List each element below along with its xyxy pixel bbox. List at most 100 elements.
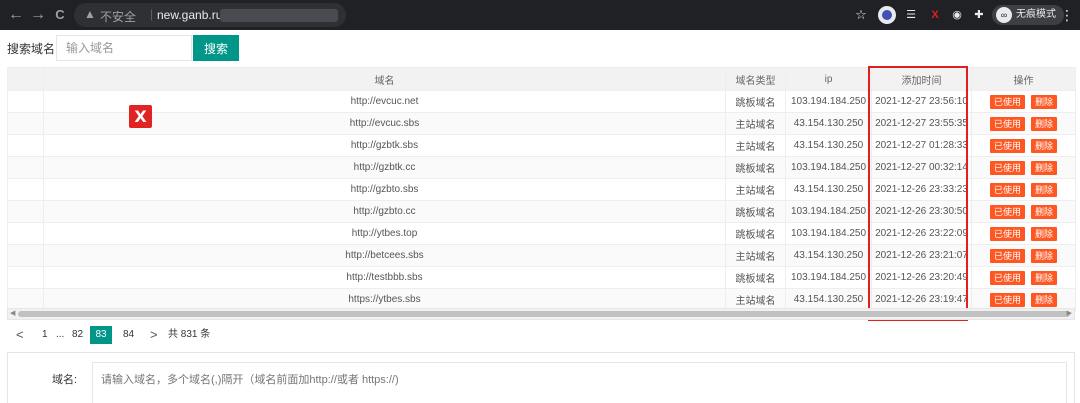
type-cell: 跳板域名	[725, 222, 786, 245]
delete-button[interactable]: 删除	[1031, 94, 1058, 109]
search-label: 搜索域名:	[7, 42, 59, 56]
delete-button[interactable]: 删除	[1031, 204, 1058, 219]
scroll-left-icon[interactable]: ◀	[10, 309, 15, 319]
delete-button[interactable]: 删除	[1031, 248, 1058, 263]
table-row: http://gzbtk.cc 跳板域名 103.194.184.250 2021-1…	[7, 156, 1076, 179]
used-button[interactable]: 已使用	[989, 270, 1025, 285]
ip-cell: 43.154.130.250	[785, 244, 872, 267]
browser-toolbar: ← → C ▲ 不安全 | new.ganb.ru ☆ ☰ X ◉ ✚ ∞ 无痕…	[0, 0, 1080, 30]
domain-textarea[interactable]	[92, 362, 1067, 403]
page-84[interactable]: 84	[123, 326, 134, 344]
prev-page-icon[interactable]: <	[16, 326, 24, 344]
delete-button[interactable]: 删除	[1031, 160, 1058, 175]
header-checkbox-col	[7, 67, 44, 91]
used-button[interactable]: 已使用	[989, 292, 1025, 307]
type-cell: 主站域名	[725, 134, 786, 157]
delete-button[interactable]: 删除	[1031, 116, 1058, 131]
next-page-icon[interactable]: >	[150, 326, 158, 344]
time-cell: 2021-12-26 23:22:09	[871, 222, 972, 245]
table-header-row: 域名 域名类型 ip 添加时间 操作	[7, 67, 1076, 91]
table-row: http://evcuc.sbs 主站域名 43.154.130.250 2021-1…	[7, 112, 1076, 135]
ip-cell: 103.194.184.250	[785, 222, 872, 245]
ip-cell: 103.194.184.250	[785, 200, 872, 223]
incognito-badge[interactable]: ∞ 无痕模式	[992, 5, 1064, 25]
incognito-label: 无痕模式	[1016, 9, 1056, 20]
domain-field-label: 域名:	[52, 374, 78, 386]
used-button[interactable]: 已使用	[989, 226, 1025, 241]
page-82[interactable]: 82	[72, 326, 83, 344]
domain-cell: http://gzbto.sbs	[43, 178, 726, 201]
table-row: http://testbbb.sbs 跳板域名 103.194.184.250 202…	[7, 266, 1076, 289]
time-cell: 2021-12-26 23:33:23	[871, 178, 972, 201]
type-cell: 跳板域名	[725, 90, 786, 113]
x-mark-badge: X	[129, 105, 152, 128]
reload-icon[interactable]: C	[50, 5, 70, 25]
domain-cell: http://ytbes.top	[43, 222, 726, 245]
table-row: http://gzbto.cc 跳板域名 103.194.184.250 2021-1…	[7, 200, 1076, 223]
used-button[interactable]: 已使用	[989, 182, 1025, 197]
domain-table: 域名 域名类型 ip 添加时间 操作 http://evcuc.net 跳板域名 1…	[7, 67, 1076, 311]
url-text: new.ganb.ru	[157, 8, 223, 22]
used-button[interactable]: 已使用	[989, 160, 1025, 175]
used-button[interactable]: 已使用	[989, 94, 1025, 109]
extension-x-icon[interactable]: X	[926, 6, 944, 24]
search-input[interactable]	[56, 35, 192, 61]
used-button[interactable]: 已使用	[989, 116, 1025, 131]
url-separator: |	[150, 7, 154, 21]
type-cell: 主站域名	[725, 244, 786, 267]
scrollbar-thumb[interactable]	[18, 311, 1070, 317]
back-arrow-icon[interactable]: ←	[6, 5, 26, 25]
star-icon[interactable]: ☆	[852, 6, 870, 24]
time-cell: 2021-12-26 23:30:50	[871, 200, 972, 223]
header-domain-type[interactable]: 域名类型	[725, 67, 786, 91]
table-row: http://ytbes.top 跳板域名 103.194.184.250 2021-…	[7, 222, 1076, 245]
domain-cell: http://gzbtk.cc	[43, 156, 726, 179]
table-row: http://gzbto.sbs 主站域名 43.154.130.250 2021-1…	[7, 178, 1076, 201]
time-cell: 2021-12-26 23:20:49	[871, 266, 972, 289]
extension-list-icon[interactable]: ☰	[902, 6, 920, 24]
puzzle-icon[interactable]: ✚	[970, 6, 988, 24]
header-actions: 操作	[971, 67, 1076, 91]
used-button[interactable]: 已使用	[989, 138, 1025, 153]
table-row: http://gzbtk.sbs 主站域名 43.154.130.250 2021-1…	[7, 134, 1076, 157]
forward-arrow-icon[interactable]: →	[28, 5, 48, 25]
horizontal-scrollbar[interactable]: ◀ ▶	[7, 308, 1075, 320]
delete-button[interactable]: 删除	[1031, 292, 1058, 307]
delete-button[interactable]: 删除	[1031, 270, 1058, 285]
header-ip[interactable]: ip	[785, 67, 872, 91]
header-domain[interactable]: 域名	[43, 67, 726, 91]
delete-button[interactable]: 删除	[1031, 138, 1058, 153]
type-cell: 主站域名	[725, 178, 786, 201]
time-cell: 2021-12-27 00:32:14	[871, 156, 972, 179]
incognito-icon: ∞	[996, 7, 1012, 23]
domain-cell: http://gzbto.cc	[43, 200, 726, 223]
search-button[interactable]: 搜索	[193, 35, 239, 61]
delete-button[interactable]: 删除	[1031, 226, 1058, 241]
delete-button[interactable]: 删除	[1031, 182, 1058, 197]
page-1[interactable]: 1	[42, 326, 48, 344]
time-cell: 2021-12-27 23:56:10	[871, 90, 972, 113]
type-cell: 跳板域名	[725, 156, 786, 179]
time-cell: 2021-12-27 23:55:35	[871, 112, 972, 135]
domain-cell: http://gzbtk.sbs	[43, 134, 726, 157]
extension-ring-icon[interactable]: ◉	[948, 6, 966, 24]
domain-cell: http://testbbb.sbs	[43, 266, 726, 289]
insecure-label: 不安全	[100, 10, 137, 24]
used-button[interactable]: 已使用	[989, 248, 1025, 263]
header-added-time[interactable]: 添加时间	[871, 67, 972, 91]
browser-menu-icon[interactable]: ⋮	[1060, 5, 1074, 25]
time-cell: 2021-12-26 23:21:07	[871, 244, 972, 267]
ip-cell: 103.194.184.250	[785, 266, 872, 289]
scroll-right-icon[interactable]: ▶	[1067, 309, 1072, 319]
url-redacted	[220, 9, 338, 22]
page-83-current[interactable]: 83	[90, 326, 112, 344]
used-button[interactable]: 已使用	[989, 204, 1025, 219]
pagination-ellipsis: ...	[56, 329, 65, 340]
ip-cell: 43.154.130.250	[785, 178, 872, 201]
extension-circle-icon[interactable]	[878, 6, 896, 24]
address-bar[interactable]: ▲ 不安全 | new.ganb.ru	[74, 3, 346, 27]
table-row: http://betcees.sbs 主站域名 43.154.130.250 2021…	[7, 244, 1076, 267]
ip-cell: 103.194.184.250	[785, 90, 872, 113]
table-row: http://evcuc.net 跳板域名 103.194.184.250 2021-…	[7, 90, 1076, 113]
ip-cell: 43.154.130.250	[785, 134, 872, 157]
